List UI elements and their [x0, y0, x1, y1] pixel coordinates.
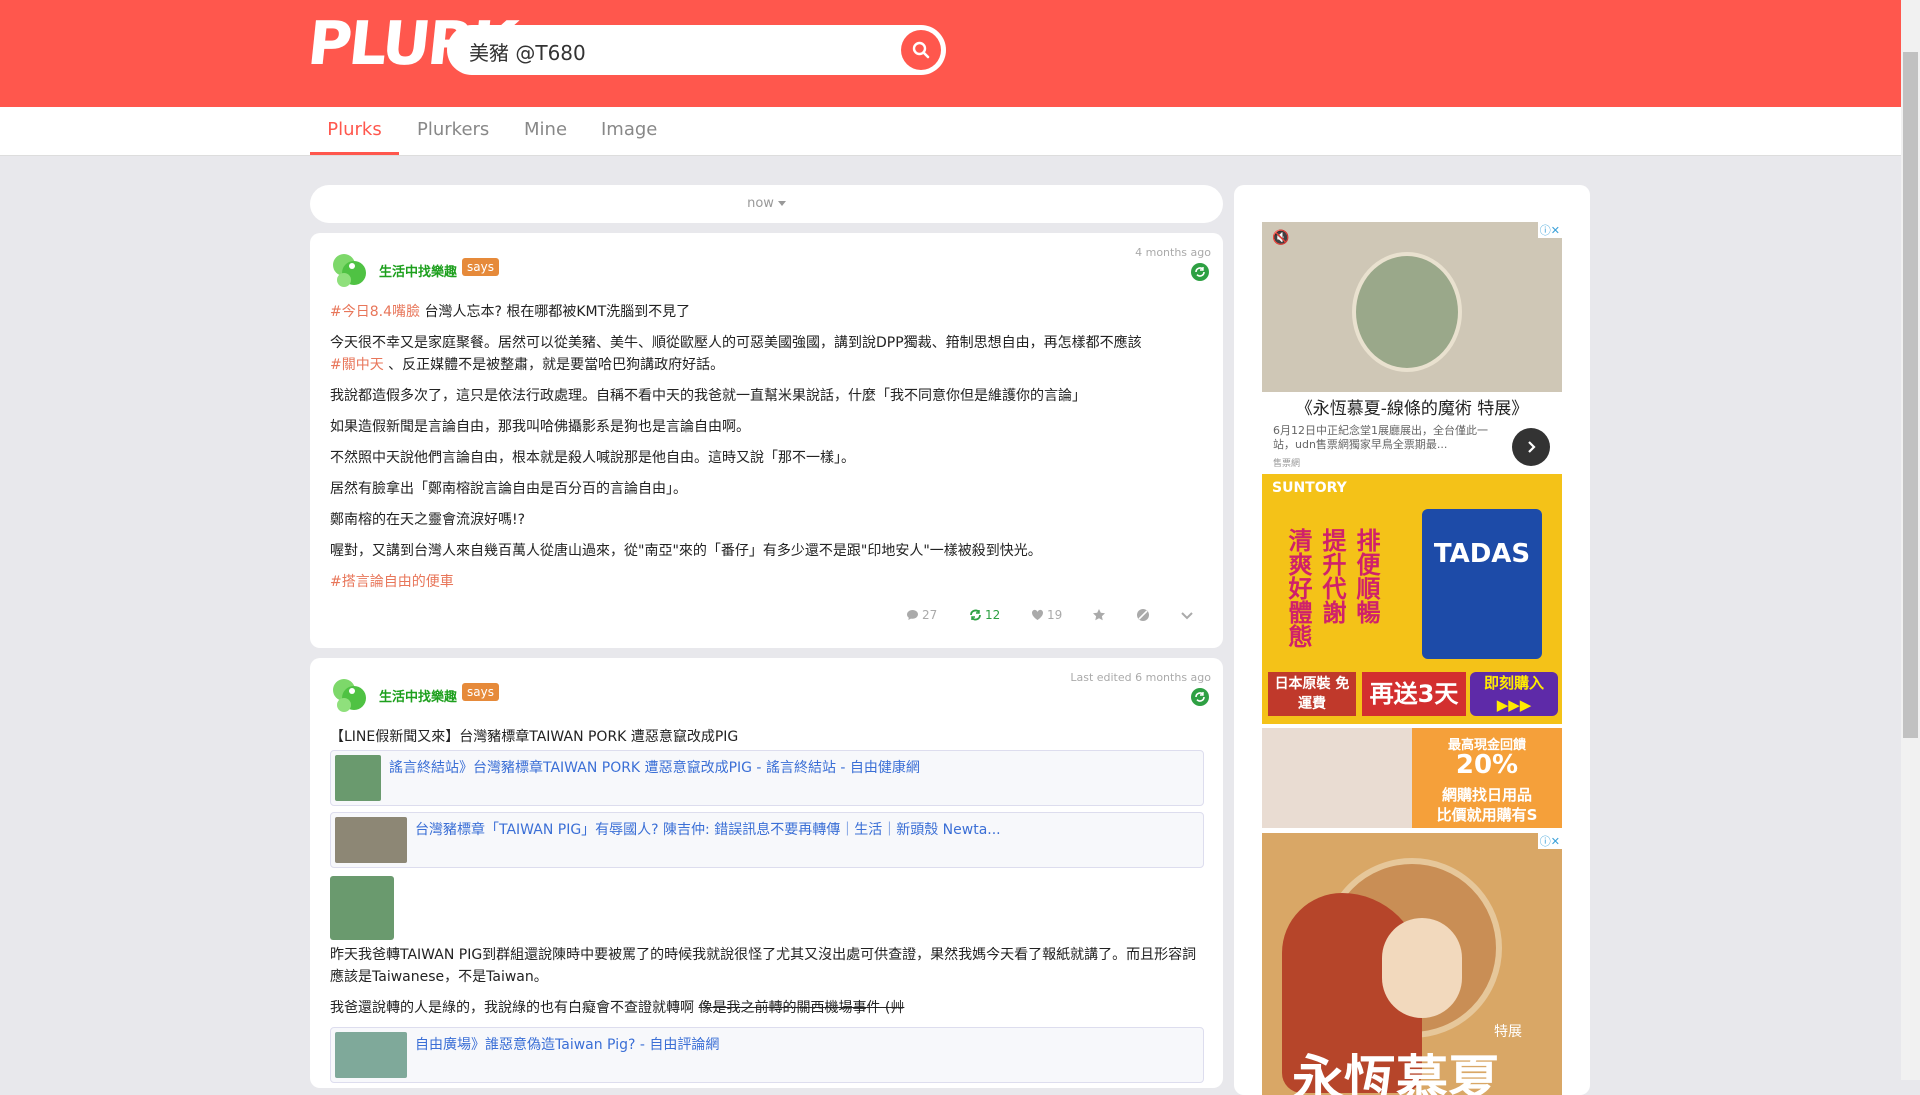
ad-sidebar: 🔇 ⓘ✕ SUNTORY 清爽好體態 提升代謝 排便順暢 TADAS 日本原裝 … — [1234, 185, 1590, 1095]
hashtag[interactable]: #搭言論自由的便車 — [330, 574, 454, 590]
plurk-text: 昨天我爸轉TAIWAN PIG到群組還說陳時中要被罵了的時候我就說很怪了尤其又沒… — [330, 947, 1197, 985]
search-tabs: Plurks Plurkers Mine Image — [0, 107, 1901, 156]
time-filter[interactable]: now — [310, 185, 1223, 223]
ad-photo — [1262, 728, 1412, 828]
plurk-actions: 27 12 19 — [310, 608, 1223, 628]
chevron-right-icon — [1528, 441, 1536, 453]
tab-mine[interactable]: Mine — [524, 119, 567, 155]
link-preview[interactable]: 謠言終結站》台灣豬標章TAIWAN PORK 遭惡意竄改成PIG - 謠言終結站… — [330, 750, 1204, 806]
ad-title[interactable]: 《永恆慕夏-線條的魔術 特展》 — [1262, 394, 1562, 419]
ad-next-button[interactable] — [1512, 428, 1550, 466]
ad-source: 售票網 — [1273, 459, 1301, 469]
plurk-text: 今天很不幸又是家庭聚餐。居然可以從美豬、美牛、順從歐壓人的可惡美國強國，講到說D… — [330, 335, 1142, 351]
link-preview[interactable]: 台灣豬標章「TAIWAN PIG」有辱國人? 陳吉仲: 錯誤訊息不要再轉傳｜生活… — [330, 812, 1204, 868]
tab-plurks[interactable]: Plurks — [310, 119, 399, 155]
search-input[interactable] — [467, 33, 881, 69]
plurk-time: Last edited 6 months ago — [1070, 671, 1211, 684]
ad-banner-shopping[interactable]: 最高現金回饋 20% 網購找日用品 比價就用購有S — [1262, 728, 1562, 828]
avatar[interactable] — [330, 676, 368, 714]
ad-artwork — [1382, 918, 1462, 1018]
search-icon — [912, 41, 930, 59]
ad-buy-button[interactable]: 即刻購入 ▶▶▶ — [1470, 672, 1558, 716]
plurk-content: 昨天我爸轉TAIWAN PIG到群組還說陳時中要被罵了的時候我就說很怪了尤其又沒… — [330, 944, 1203, 1028]
ad-text: 清爽好體態 — [1284, 528, 1312, 648]
hashtag[interactable]: #關中天 — [330, 357, 384, 373]
scrollbar-thumb[interactable] — [1903, 52, 1918, 738]
plurk-time: 4 months ago — [1135, 246, 1211, 259]
ad-product: TADAS — [1422, 509, 1542, 659]
plurk-text: 、反正媒體不是被整肅，就是要當哈巴狗講政府好話。 — [383, 357, 725, 373]
time-filter-label: now — [747, 196, 774, 211]
plurk-content: #今日8.4嘴臉 台灣人忘本? 根在哪都被KMT洗腦到不見了 今天很不幸又是家庭… — [330, 301, 1203, 602]
replurk-icon — [970, 609, 981, 621]
strikethrough-text: 像是我之前轉的關西機場事件 (艸 — [698, 1000, 905, 1016]
comment-icon — [907, 610, 918, 620]
plurk-text: 如果造假新聞是言論自由，那我叫哈佛攝影系是狗也是言論自由啊。 — [330, 419, 750, 435]
ad-banner-suntory[interactable]: SUNTORY 清爽好體態 提升代謝 排便順暢 TADAS 日本原裝 免運費 再… — [1262, 474, 1562, 724]
plurk-card: 生活中找樂趣 says 4 months ago #今日8.4嘴臉 台灣人忘本?… — [310, 233, 1223, 648]
ad-text: 網購找日用品 — [1441, 786, 1532, 804]
ad-text: 提升代謝 — [1318, 528, 1346, 624]
plurk-username[interactable]: 生活中找樂趣 — [379, 261, 457, 280]
ad-description: 6月12日中正紀念堂1展廳展出，全台僅此一站，udn售票網獨家早鳥全票期最... — [1273, 424, 1488, 451]
ad-banner-mucha[interactable]: 特展 永恆慕夏 ⓘ✕ — [1262, 833, 1562, 1095]
plurk-text: 我爸還說轉的人是綠的，我說綠的也有白癡會不查證就轉啊 — [330, 1000, 699, 1016]
ad-artwork — [1352, 252, 1462, 372]
link-title[interactable]: 台灣豬標章「TAIWAN PIG」有辱國人? 陳吉仲: 錯誤訊息不要再轉傳｜生活… — [415, 819, 1001, 839]
plurk-text: 不然照中天說他們言論自由，根本就是殺人喊說那是他自由。這時又說「那不一樣」。 — [330, 450, 855, 466]
search-button[interactable] — [901, 30, 941, 70]
mute-icon[interactable]: 🔇 — [1272, 230, 1289, 246]
ad-text: 比價就用購有S — [1436, 806, 1538, 824]
says-badge: says — [462, 683, 499, 701]
replurk-count: 12 — [985, 608, 1001, 622]
link-title[interactable]: 自由廣場》誰惡意偽造Taiwan Pig? - 自由評論網 — [415, 1034, 719, 1054]
plurk-username[interactable]: 生活中找樂趣 — [379, 686, 457, 705]
plurk-card: 生活中找樂趣 says Last edited 6 months ago 【LI… — [310, 658, 1223, 1088]
link-thumbnail — [335, 1032, 407, 1078]
replurk-status-icon — [1191, 688, 1209, 706]
tab-plurkers[interactable]: Plurkers — [417, 119, 489, 155]
plurk-text: 我說都造假多次了，這只是依法行政處理。自稱不看中天的我爸就一直幫米果說話，什麼「… — [330, 388, 1086, 404]
ad-close-icon[interactable]: ⓘ✕ — [1537, 222, 1562, 238]
link-title[interactable]: 謠言終結站》台灣豬標章TAIWAN PORK 遭惡意竄改成PIG - 謠言終結站… — [389, 757, 920, 777]
hashtag[interactable]: #今日8.4嘴臉 — [330, 304, 420, 320]
link-preview[interactable]: 自由廣場》誰惡意偽造Taiwan Pig? - 自由評論網 — [330, 1027, 1204, 1083]
says-badge: says — [462, 258, 499, 276]
heart-icon — [1031, 609, 1044, 620]
ad-badge: 再送3天份 — [1362, 672, 1466, 716]
plurk-text: 台灣人忘本? 根在哪都被KMT洗腦到不見了 — [420, 304, 691, 320]
avatar[interactable] — [330, 251, 368, 289]
plurk-text: 喔對，又講到台灣人來自幾百萬人從唐山過來，從"南亞"來的「番仔」有多少還不是跟"… — [330, 543, 1042, 559]
response-count-button[interactable]: 27 — [906, 608, 937, 622]
ad-text: 排便順暢 — [1352, 528, 1380, 624]
ad-badge: 日本原裝 免運費 — [1268, 672, 1356, 716]
plurk-intro: 【LINE假新聞又來】台灣豬標章TAIWAN PORK 遭惡意竄改成PIG — [330, 726, 1203, 748]
top-header: PLURK — [0, 0, 1901, 107]
ad-close-icon[interactable]: ⓘ✕ — [1537, 833, 1562, 849]
replurk-status-icon — [1191, 263, 1209, 281]
ad-text: 20% — [1455, 750, 1519, 780]
ad-brand: SUNTORY — [1272, 480, 1347, 496]
like-count: 19 — [1047, 608, 1063, 622]
plurk-text: 居然有臉拿出「鄭南榕說言論自由是百分百的言論自由」。 — [330, 481, 687, 497]
ad-text: 永恆慕夏 — [1292, 1051, 1501, 1095]
tab-image[interactable]: Image — [601, 119, 657, 155]
plurk-text: 【LINE假新聞又來】台灣豬標章TAIWAN PORK 遭惡意竄改成PIG — [330, 729, 739, 745]
plurk-text: 鄭南榕的在天之靈會流淚好嗎!? — [330, 512, 526, 528]
pork-label-image[interactable] — [330, 876, 394, 940]
caret-down-icon — [777, 201, 786, 206]
ad-banner-exhibition[interactable]: 🔇 ⓘ✕ — [1262, 222, 1562, 392]
mute-icon[interactable] — [1136, 608, 1150, 622]
link-thumbnail — [335, 755, 381, 801]
chevron-down-icon[interactable] — [1180, 608, 1194, 622]
star-icon[interactable] — [1092, 608, 1106, 622]
link-thumbnail — [335, 817, 407, 863]
search-box — [447, 25, 946, 75]
response-count: 27 — [922, 608, 938, 622]
like-count-button[interactable]: 19 — [1031, 608, 1062, 622]
replurk-count-button[interactable]: 12 — [969, 608, 1000, 622]
